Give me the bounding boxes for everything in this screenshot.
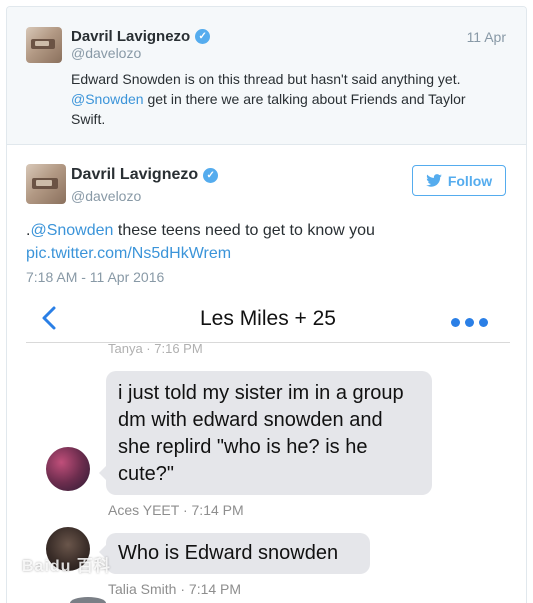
faded-sender-label: Tanya · 7:16 PM [108,341,203,356]
author-name-row: Davril Lavignezo ✓ [71,28,211,45]
tweet-text: Edward Snowden is on this thread but has… [71,69,491,129]
tweet-date[interactable]: 11 Apr [467,29,506,45]
tweet-text-part: Edward Snowden is on this thread but has… [71,71,461,87]
message-bubble: Who is Edward snowden [99,533,370,574]
tweet-timestamp[interactable]: 7:18 AM - 11 Apr 2016 [26,269,164,285]
author-handle[interactable]: @davelozo [71,45,141,61]
author-avatar[interactable] [26,27,62,63]
chat-header: Les Miles + 25 [26,297,510,343]
mention-link[interactable]: @Snowden [71,91,144,107]
message-bubble: i just told my sister im in a group dm w… [99,371,432,495]
watermark: Baidu 百科 [22,558,111,575]
follow-button[interactable]: Follow [412,165,506,196]
more-dots-icon [451,318,488,327]
author-name-row: Davril Lavignezo ✓ [71,166,219,184]
tweet-text: .@Snowden these teens need to get to kno… [26,219,506,265]
tweet-text-part: these teens need to get to know you [113,222,375,239]
author-handle[interactable]: @davelozo [71,188,141,204]
chat-title: Les Miles + 25 [200,307,336,330]
message-meta: Talia Smith · 7:14 PM [108,581,242,597]
follow-label: Follow [447,172,493,189]
tweet-embed: Davril Lavignezo ✓ @davelozo 11 Apr Edwa… [6,6,527,603]
parent-tweet[interactable]: Davril Lavignezo ✓ @davelozo 11 Apr Edwa… [7,7,526,145]
twitter-bird-icon [426,174,442,187]
verified-badge-icon: ✓ [195,29,211,44]
next-avatar-peek [70,597,106,603]
author-name[interactable]: Davril Lavignezo [71,166,198,184]
mention-link[interactable]: @Snowden [30,222,113,239]
sender-avatar [46,447,90,491]
verified-badge-icon: ✓ [203,167,219,183]
message-meta: Aces YEET · 7:14 PM [108,502,244,518]
author-name[interactable]: Davril Lavignezo [71,28,190,45]
pic-link[interactable]: pic.twitter.com/Ns5dHkWrem [26,245,231,262]
author-avatar[interactable] [26,164,66,204]
